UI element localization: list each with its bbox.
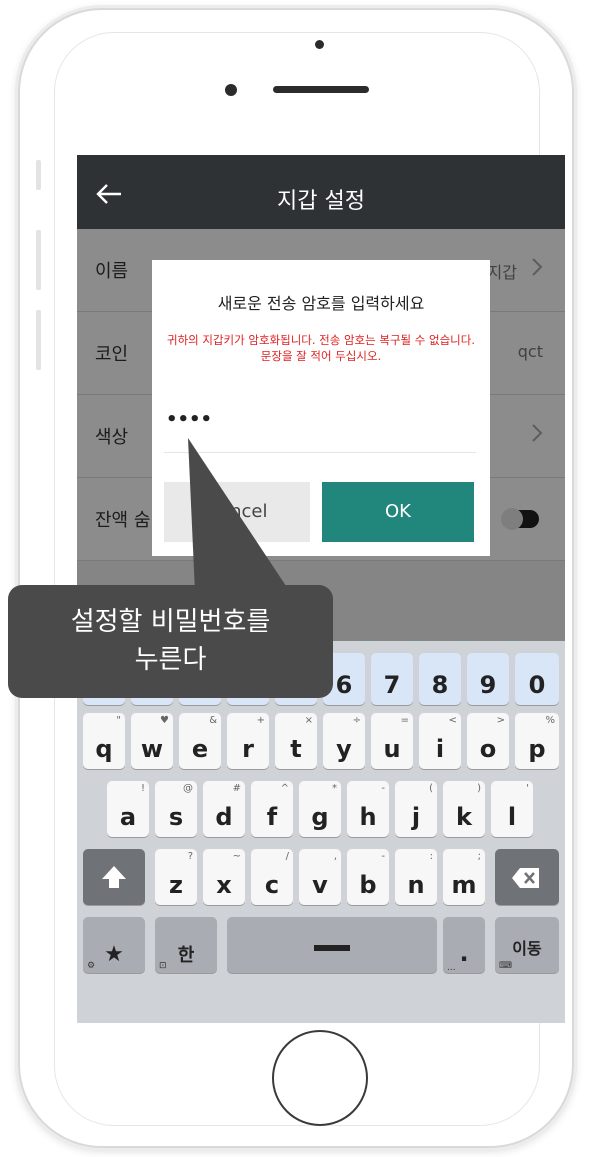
keyboard: 1 2 3 4 5 6 7 8 9 0 "q ♥w &e +r ×t ÷y =u… (77, 641, 565, 1023)
period-key[interactable]: . ... (443, 917, 485, 973)
enter-move-key[interactable]: 이동 ⌨ (495, 917, 559, 973)
key-o[interactable]: > o (467, 713, 509, 769)
key-w[interactable]: ♥ w (131, 713, 173, 769)
dialog-title: 새로운 전송 암호를 입력하세요 (217, 294, 425, 313)
callout-line-2: 누른다 (134, 645, 207, 675)
space-key[interactable] (227, 917, 437, 973)
hangul-key[interactable]: 한 ⊡ (155, 917, 217, 973)
instruction-callout: 설정할 비밀번호를 누른다 (8, 585, 333, 698)
key-v[interactable]: ,v (299, 849, 341, 905)
key-q[interactable]: " q (83, 713, 125, 769)
key-z[interactable]: ? z (155, 849, 197, 905)
callout-line-1: 설정할 비밀번호를 (70, 607, 271, 637)
key-7[interactable]: 7 (371, 653, 413, 705)
earpiece-speaker (273, 86, 369, 93)
backspace-key[interactable] (495, 849, 559, 905)
key-8[interactable]: 8 (419, 653, 461, 705)
key-m[interactable]: ; m (443, 849, 485, 905)
key-g[interactable]: * g (299, 781, 341, 837)
settings-gear-icon: ⚙ (87, 961, 96, 971)
key-r[interactable]: + r (227, 713, 269, 769)
password-input[interactable]: •••• (164, 400, 476, 453)
key-t[interactable]: × t (275, 713, 317, 769)
language-indicator-icon: ⊡ (159, 961, 167, 971)
key-0[interactable]: 0 (515, 653, 559, 705)
key-n[interactable]: :n (395, 849, 437, 905)
key-j[interactable]: (j (395, 781, 437, 837)
more-dots-icon: ... (447, 963, 456, 973)
key-h[interactable]: -h (347, 781, 389, 837)
key-b[interactable]: -b (347, 849, 389, 905)
volume-up-button (36, 230, 41, 290)
dialog-warning: 귀하의 지갑키가 암호화됩니다. 전송 암호는 복구될 수 없습니다. 문장을 … (167, 333, 475, 363)
symbol-key[interactable]: ★ ⚙ (83, 917, 145, 973)
key-s[interactable]: @ s (155, 781, 197, 837)
password-dialog: 새로운 전송 암호를 입력하세요 귀하의 지갑키가 암호화됩니다. 전송 암호는… (152, 260, 490, 556)
space-bar-icon (314, 945, 350, 951)
key-p[interactable]: % p (515, 713, 559, 769)
mute-switch (36, 160, 41, 190)
key-y[interactable]: ÷ y (323, 713, 365, 769)
page-title: 지갑 설정 (277, 189, 365, 214)
home-button[interactable] (272, 1030, 368, 1126)
proximity-sensor (315, 40, 324, 49)
keyboard-icon: ⌨ (499, 961, 512, 971)
key-9[interactable]: 9 (467, 653, 509, 705)
key-c[interactable]: / c (251, 849, 293, 905)
key-x[interactable]: ~ x (203, 849, 245, 905)
shift-key[interactable] (83, 849, 145, 905)
key-u[interactable]: = u (371, 713, 413, 769)
key-d[interactable]: # d (203, 781, 245, 837)
front-camera (225, 84, 237, 96)
key-f[interactable]: ^ f (251, 781, 293, 837)
key-l[interactable]: ' l (491, 781, 533, 837)
backspace-icon (512, 868, 539, 888)
volume-down-button (36, 310, 41, 370)
cancel-button[interactable]: Cancel (164, 482, 310, 542)
key-e[interactable]: & e (179, 713, 221, 769)
app-header: 지갑 설정 (77, 159, 565, 229)
key-i[interactable]: < i (419, 713, 461, 769)
ok-button[interactable]: OK (322, 482, 474, 542)
key-k[interactable]: ) k (443, 781, 485, 837)
shift-arrow-icon (102, 866, 126, 888)
key-a[interactable]: ! a (107, 781, 149, 837)
